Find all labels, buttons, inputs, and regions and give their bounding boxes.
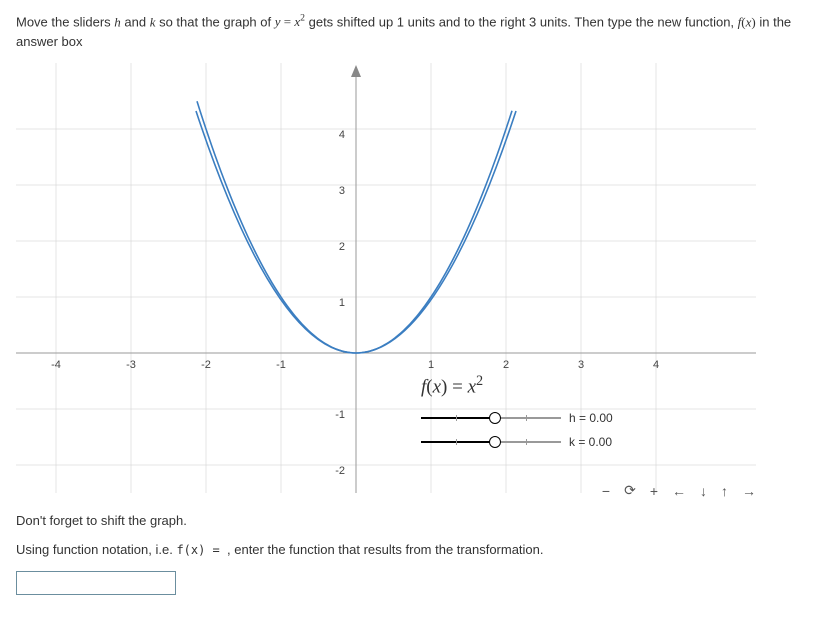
graph-overlay: f(x) = x2 h = 0.00 k = 0.00 bbox=[421, 373, 621, 456]
x-tick-label: 1 bbox=[428, 359, 434, 371]
x-tick-label: -2 bbox=[201, 359, 211, 371]
notation-prefix: Using function notation, i.e. bbox=[16, 542, 176, 557]
reset-view-icon[interactable]: ⟳ bbox=[624, 482, 636, 499]
grid-lines bbox=[16, 63, 756, 493]
x-tick-label: 3 bbox=[578, 359, 584, 371]
zoom-out-icon[interactable]: − bbox=[602, 483, 610, 499]
x-tick-label: -1 bbox=[276, 359, 286, 371]
zoom-in-icon[interactable]: + bbox=[650, 483, 658, 499]
instr-prefix: Move the sliders bbox=[16, 14, 114, 29]
x-tick-label: 4 bbox=[653, 359, 659, 371]
pan-right-icon[interactable]: → bbox=[742, 483, 756, 499]
notation-instructions: Using function notation, i.e. f(x) = , e… bbox=[16, 542, 821, 557]
pan-down-icon[interactable]: ↓ bbox=[700, 483, 707, 499]
slider-k[interactable]: k = 0.00 bbox=[421, 433, 621, 451]
slider-k-value: k = 0.00 bbox=[569, 435, 612, 449]
graph-nav-toolbar: − ⟳ + ← ↓ ↑ → bbox=[602, 482, 756, 499]
instr-and: and bbox=[121, 14, 150, 29]
slider-h-track[interactable] bbox=[421, 417, 561, 419]
x-tick-label: 2 bbox=[503, 359, 509, 371]
pan-up-icon[interactable]: ↑ bbox=[721, 483, 728, 499]
y-axis-arrow-icon bbox=[351, 65, 361, 77]
slider-h[interactable]: h = 0.00 bbox=[421, 409, 621, 427]
slider-h-knob[interactable] bbox=[489, 412, 501, 424]
instr-mid: so that the graph of bbox=[155, 14, 274, 29]
instr-eq: y = x2 bbox=[275, 14, 305, 29]
formula-label: f(x) = x2 bbox=[421, 373, 621, 398]
x-tick-label: -4 bbox=[51, 359, 61, 371]
notation-fx: f(x) = bbox=[176, 543, 227, 557]
graph-panel[interactable]: -4 -3 -2 -1 1 2 3 4 1 2 3 4 -1 -2 f(x) =… bbox=[16, 63, 756, 493]
pan-left-icon[interactable]: ← bbox=[672, 483, 686, 499]
instr-after: gets shifted up 1 units and to the right… bbox=[305, 14, 738, 29]
notation-suffix: , enter the function that results from t… bbox=[227, 542, 544, 557]
slider-k-knob[interactable] bbox=[489, 436, 501, 448]
graph-svg bbox=[16, 63, 756, 493]
slider-k-track[interactable] bbox=[421, 441, 561, 443]
reminder-text: Don't forget to shift the graph. bbox=[16, 513, 821, 528]
slider-h-value: h = 0.00 bbox=[569, 411, 613, 425]
instr-fx: f(x) bbox=[738, 14, 756, 29]
answer-input[interactable] bbox=[16, 571, 176, 595]
x-tick-label: -3 bbox=[126, 359, 136, 371]
problem-instructions: Move the sliders h and k so that the gra… bbox=[16, 12, 821, 51]
